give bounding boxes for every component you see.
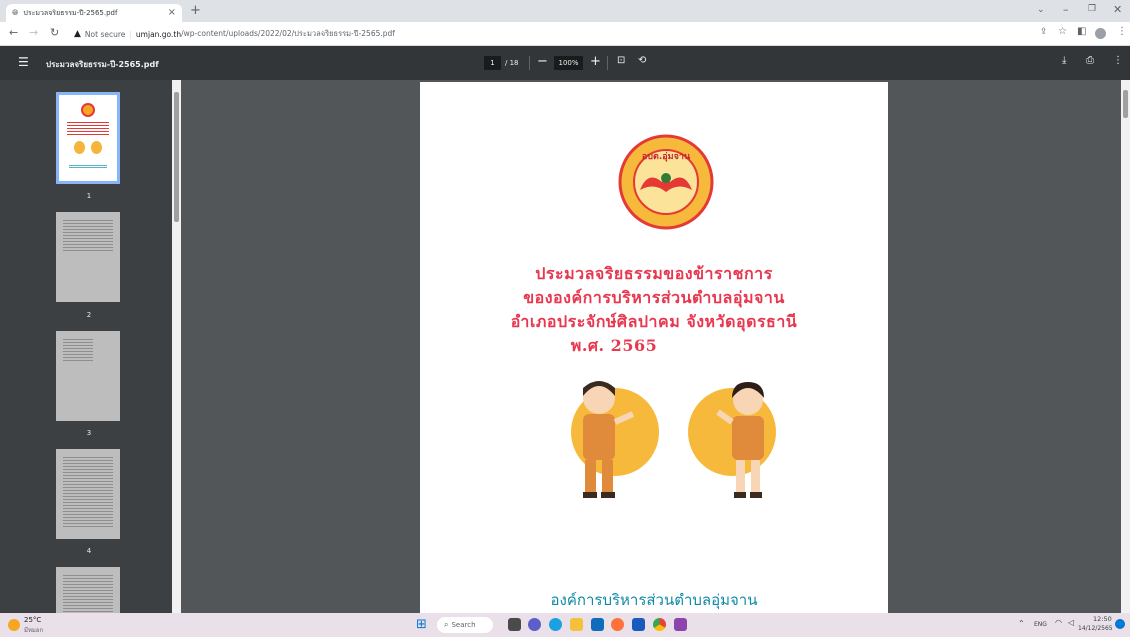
thumb-title-lines [67,122,109,136]
chat-icon[interactable] [528,618,541,631]
male-official-illustration [571,381,659,498]
address-bar[interactable]: ▲ Not secure | umjan.go.th /wp-content/u… [72,25,1007,43]
reload-button[interactable]: ↻ [50,27,59,38]
forward-button[interactable]: → [29,27,38,38]
zoom-level-input[interactable]: 100% [554,56,583,70]
thumbnail-label-3: 3 [86,429,92,437]
back-button[interactable]: ← [9,27,18,38]
page-number-input[interactable]: 1 [484,56,501,70]
input-language[interactable]: ENG [1034,621,1047,628]
thumbnail-page-1[interactable] [56,92,120,184]
tab-close-icon[interactable]: × [168,8,176,18]
app-icon[interactable] [674,618,687,631]
browser-menu-icon[interactable]: ⋮ [1117,27,1127,37]
female-official-illustration [688,382,776,498]
thumbnail-page-4[interactable] [56,449,120,539]
wifi-icon[interactable]: ◠ [1055,619,1062,627]
seal-text: อบต.อุ่มจาน [641,152,691,162]
windows-start-icon[interactable]: ⊞ [416,618,427,631]
side-panel-icon[interactable]: ◧ [1077,27,1086,37]
clock-date: 14/12/2565 [1078,625,1113,632]
doc-title-line-2: ขององค์การบริหารส่วนตำบลอุ่มจาน [523,288,785,307]
weather-temp[interactable]: 25°C [24,616,41,624]
thumb-seal [81,103,95,117]
pdf-toolbar: ☰ ประมวลจริยธรรม-ปี-2565.pdf 1 / 18 − 10… [0,46,1130,80]
taskbar-search-box[interactable]: ⌕ Search [437,617,493,633]
zoom-out-button[interactable]: − [537,55,548,68]
tab-title: ประมวลจริยธรรม-ปี-2565.pdf [23,8,118,17]
pdf-more-icon[interactable]: ⋮ [1113,56,1123,66]
doc-footer-org: องค์การบริหารส่วนตำบลอุ่มจาน [550,591,758,609]
main-scrollbar[interactable] [1121,80,1130,613]
restore-button[interactable]: ❐ [1088,5,1096,14]
url-host: umjan.go.th [135,29,182,39]
weather-sun-icon [8,619,20,631]
toolbar-divider-2 [607,56,608,70]
weather-desc: มีหมอก [24,627,44,634]
minimize-button[interactable]: – [1063,4,1069,15]
sidebar-menu-icon[interactable]: ☰ [18,56,29,68]
task-view-icon[interactable] [508,618,521,631]
thumbnail-label-1: 1 [86,192,92,200]
main-scroll-thumb[interactable] [1123,90,1128,118]
thumb-text-lines [63,339,93,363]
thumbnail-label-2: 2 [86,311,92,319]
edge-icon[interactable] [549,618,562,631]
windows-taskbar: 25°C มีหมอก ⊞ ⌕ Search [0,613,1130,637]
fit-page-icon[interactable]: ⊡ [617,56,625,66]
url-path: /wp-content/uploads/2022/02/ประมวลจริยธร… [181,29,395,38]
pdf-page-1: อบต.อุ่มจาน ประมวลจริยธรรมของข้าราชการ ข… [420,82,888,613]
warning-icon: ▲ [74,28,81,39]
tab-strip: 🌐︎ ประมวลจริยธรรม-ปี-2565.pdf × + ⌄ – ❐ … [0,0,1130,22]
thumbnail-page-5[interactable] [56,567,120,613]
toolbar-divider [529,56,530,70]
close-window-button[interactable]: ✕ [1113,4,1122,15]
clock-time[interactable]: 12:50 [1093,615,1112,623]
doc-title-line-1: ประมวลจริยธรรมของข้าราชการ [535,264,773,283]
notification-badge[interactable] [1115,619,1125,629]
firefox-icon[interactable] [611,618,624,631]
thumbnail-page-2[interactable] [56,212,120,302]
thumb-text-lines [63,220,113,252]
tab-search-icon[interactable]: ⌄ [1037,6,1045,15]
sidebar-scroll-thumb[interactable] [174,92,179,222]
profile-avatar[interactable] [1095,28,1106,39]
pdf-file-name: ประมวลจริยธรรม-ปี-2565.pdf [46,60,159,69]
chrome-icon[interactable] [653,618,666,631]
share-icon[interactable]: ⇪ [1040,28,1048,37]
browser-tab[interactable]: 🌐︎ ประมวลจริยธรรม-ปี-2565.pdf × [6,4,182,22]
new-tab-button[interactable]: + [190,4,201,17]
word-icon[interactable] [632,618,645,631]
zoom-in-button[interactable]: + [590,55,601,68]
thumb-figure-left [74,141,85,154]
mail-icon[interactable] [591,618,604,631]
download-icon[interactable]: ⤓ [1062,56,1066,66]
security-label: Not secure [84,29,126,39]
browser-toolbar: ← → ↻ ▲ Not secure | umjan.go.th /wp-con… [0,22,1130,46]
thumb-footer-line [69,165,107,169]
search-icon: ⌕ [444,620,449,629]
thumb-text-lines [63,457,113,527]
tray-chevron-icon[interactable]: ⌃ [1018,620,1025,628]
taskbar-search-label: Search [451,621,476,629]
thumbnail-sidebar: 1 2 3 4 [0,80,178,613]
url-divider: | [129,29,132,39]
thumb-figure-right [91,141,102,154]
bookmark-star-icon[interactable]: ☆ [1058,27,1067,37]
doc-title-line-4: พ.ศ. 2565 [570,336,658,355]
thumbnail-label-4: 4 [86,547,92,555]
globe-icon: 🌐︎ [12,8,19,17]
print-icon[interactable]: ⎙ [1086,56,1094,66]
doc-title-line-3: อำเภอประจักษ์ศิลปาคม จังหวัดอุดรธานี [510,312,798,331]
sidebar-scrollbar[interactable] [172,80,181,613]
rotate-icon[interactable]: ⟲ [638,56,646,66]
thumb-text-lines [63,575,113,613]
volume-icon[interactable]: ◁ [1068,619,1074,627]
thumbnail-page-3[interactable] [56,331,120,421]
page-total: / 18 [505,59,519,67]
file-explorer-icon[interactable] [570,618,583,631]
